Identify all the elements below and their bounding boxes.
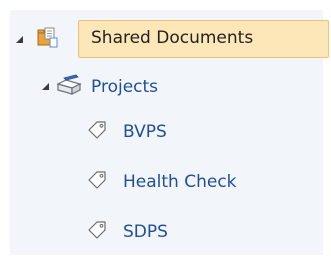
tree-node-health-check[interactable]: Health Check: [0, 164, 331, 200]
tag-icon: [88, 121, 106, 139]
expand-arrow-icon[interactable]: [16, 36, 23, 43]
tree-node-projects[interactable]: Projects: [0, 69, 331, 105]
tag-icon: [88, 171, 106, 189]
tree-node-sdps[interactable]: SDPS: [0, 214, 331, 250]
tree-node-shared-documents[interactable]: Shared Documents: [0, 20, 331, 58]
tree-node-label[interactable]: SDPS: [123, 222, 168, 242]
folder-documents-icon: [37, 27, 58, 48]
tree-node-label[interactable]: Health Check: [123, 172, 237, 192]
tree-node-bvps[interactable]: BVPS: [0, 114, 331, 150]
folder-pen-icon: [56, 74, 82, 95]
tree-node-label[interactable]: Shared Documents: [91, 28, 253, 48]
tag-icon: [88, 221, 106, 239]
tree-node-label[interactable]: BVPS: [123, 122, 167, 142]
tree-view: Shared Documents Projects BVPS Health Ch…: [0, 0, 331, 260]
tree-node-label[interactable]: Projects: [91, 77, 158, 97]
expand-arrow-icon[interactable]: [42, 83, 49, 90]
